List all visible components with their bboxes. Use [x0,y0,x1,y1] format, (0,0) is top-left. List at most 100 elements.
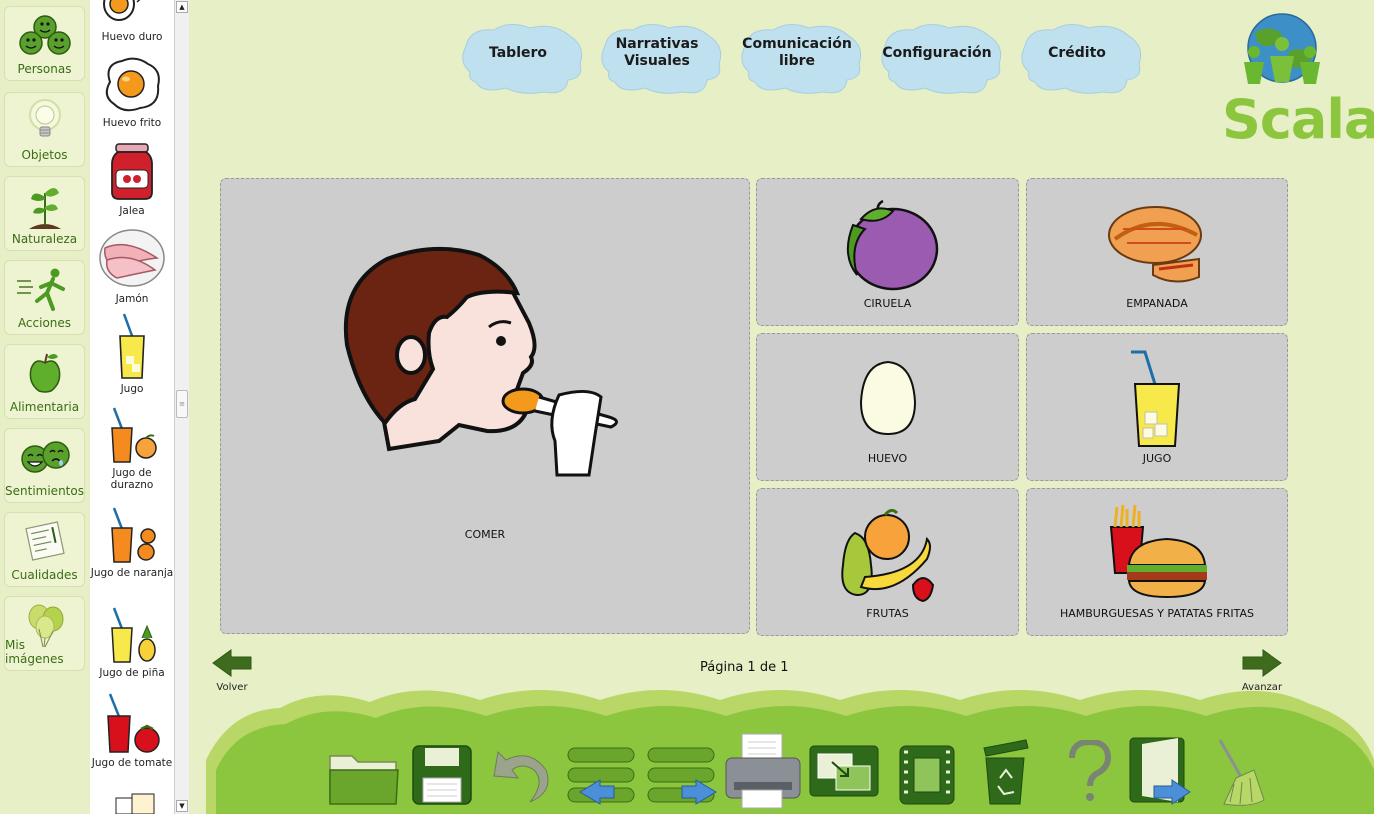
open-folder-icon [329,755,399,805]
category-sentimientos[interactable]: Sentimientos [4,428,85,503]
pictogram-jamon[interactable]: Jamón [90,228,174,305]
laughing-faces-icon [16,435,74,485]
board-cell-frutas[interactable]: FRUTAS [756,488,1019,636]
pictogram-jugo-naranja[interactable]: Jugo de naranja [90,506,174,579]
undo-icon [493,750,549,803]
category-label: Acciones [17,316,72,330]
empanada-icon [1108,206,1202,283]
move-right-button[interactable] [646,746,718,812]
person-eating-icon [343,246,618,477]
pictogram-jugo-durazno[interactable]: Jugo de durazno [90,406,174,491]
broom-icon [1218,739,1265,806]
peach-juice-icon [111,407,157,463]
globe-people-icon [1244,13,1320,84]
category-label: Cualidades [11,568,78,582]
board-cell-jugo[interactable]: JUGO [1026,333,1288,481]
category-objetos[interactable]: Objetos [4,92,85,167]
boiled-egg-icon [103,0,141,21]
smileys-icon [16,13,74,63]
jam-jar-icon [111,143,153,200]
move-right-icon [647,747,717,805]
pineapple-juice-icon [111,607,156,663]
film-icon [899,745,955,805]
category-mis-imagenes[interactable]: Mis imágenes [4,596,85,671]
menu-narrativas-visuales[interactable]: Narrativas Visuales [597,22,723,94]
export-button[interactable] [808,744,880,802]
save-button[interactable] [411,744,473,810]
move-left-button[interactable] [566,746,638,812]
menu-comunicacion-libre[interactable]: Comunicación libre [737,22,863,94]
board-cell-huevo[interactable]: HUEVO [756,333,1019,481]
category-label: Objetos [21,148,68,162]
plum-icon [846,199,939,291]
category-acciones[interactable]: Acciones [4,260,85,335]
cell-label: CIRUELA [863,297,912,310]
category-naturaleza[interactable]: Naturaleza [4,176,85,251]
balloons-icon [23,603,67,653]
board-cell-ciruela[interactable]: CIRUELA [756,178,1019,326]
note-paper-icon [23,519,67,569]
logo-text: Scala [1222,88,1374,151]
scroll-down-button[interactable]: ▼ [176,800,188,812]
pictogram-list: Huevo duro Huevo frito Jalea Jamón Jugo … [90,0,174,814]
board-cell-hamburguesas[interactable]: HAMBURGUESAS Y PATATAS FRITAS [1026,488,1288,636]
pictogram-jugo-pina[interactable]: Jugo de piña [90,606,174,679]
box-icon [115,793,155,814]
juice-glass-icon [119,313,145,379]
cell-label: FRUTAS [866,607,909,620]
pictogram-huevo-duro[interactable]: Huevo duro [90,0,174,43]
print-icon [725,733,801,809]
export-icon [809,745,879,797]
cell-label: HAMBURGUESAS Y PATATAS FRITAS [1059,607,1255,620]
tomato-juice-icon [107,693,160,753]
save-icon [412,745,472,805]
recycle-bin-icon [983,739,1029,805]
scroll-thumb[interactable]: ≡ [176,390,188,418]
main-cell-label: COMER [464,528,506,541]
open-folder-button[interactable] [326,746,402,810]
category-personas[interactable]: Personas [4,6,85,81]
cell-label: EMPANADA [1126,297,1188,310]
egg-icon [859,360,917,436]
category-label: Personas [17,62,72,76]
arrow-left-icon [212,649,252,677]
exit-button[interactable] [1128,736,1192,810]
recycle-bin-button[interactable] [978,734,1034,810]
apple-icon [25,351,65,401]
category-cualidades[interactable]: Cualidades [4,512,85,587]
film-button[interactable] [898,744,956,810]
lightbulb-icon [25,99,65,149]
help-icon [1069,738,1112,801]
pictogram-jugo-tomate[interactable]: Jugo de tomate [90,692,174,769]
category-label: Alimentaria [9,400,80,414]
scroll-up-button[interactable]: ▲ [176,1,188,13]
move-left-icon [567,747,635,805]
scala-logo: Scala [1220,12,1374,151]
page-indicator: Página 1 de 1 [700,660,789,675]
cell-label: HUEVO [867,452,908,465]
help-button[interactable] [1066,738,1112,808]
board-cell-empanada[interactable]: EMPANADA [1026,178,1288,326]
exit-icon [1129,737,1191,805]
pictogram-jalea[interactable]: Jalea [90,142,174,217]
category-label: Sentimientos [5,484,84,498]
orange-juice-icon [111,507,156,563]
pictogram-next-partial[interactable] [90,792,174,814]
fruits-icon [841,508,935,603]
ham-slices-icon [99,229,165,287]
category-alimentaria[interactable]: Alimentaria [4,344,85,419]
fried-egg-icon [105,57,160,112]
pictogram-scrollbar[interactable]: ▲ ≡ ▼ [174,0,189,814]
pictogram-jugo[interactable]: Jugo [90,312,174,395]
running-person-icon [15,267,75,317]
print-button[interactable] [724,732,804,814]
menu-tablero[interactable]: Tablero [458,22,584,94]
menu-credito[interactable]: Crédito [1017,22,1143,94]
board-main-cell[interactable]: COMER [220,178,750,634]
arrow-right-icon [1242,649,1282,677]
pictogram-huevo-frito[interactable]: Huevo frito [90,56,174,129]
clear-button[interactable] [1214,738,1274,812]
menu-configuracion[interactable]: Configuración [877,22,1003,94]
undo-button[interactable] [490,742,554,810]
burger-fries-icon [1109,504,1207,599]
